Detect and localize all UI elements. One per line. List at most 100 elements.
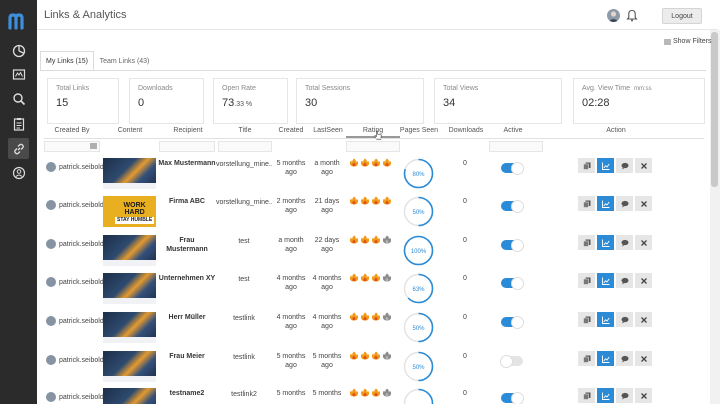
tab-my-links[interactable]: My Links (15) [40,51,94,71]
flame-icon [382,235,392,244]
chart-button[interactable] [597,196,614,211]
column-header-title[interactable]: Title [228,127,262,137]
stat-label: Total Links [56,85,90,92]
chart-icon [601,277,610,285]
active-toggle[interactable] [501,277,524,290]
table-row[interactable]: patrick.seibold WORK HARD STAY HUMBLE Firm… [44,196,704,232]
content-thumbnail[interactable] [103,158,156,189]
downloads-cell: 0 [463,160,467,167]
column-header-downloads[interactable]: Downloads [444,127,488,137]
delete-button[interactable] [635,312,652,327]
logout-button[interactable]: Logout [662,8,702,24]
avatar [46,200,56,210]
delete-button[interactable] [635,388,652,403]
chart-button[interactable] [597,158,614,173]
active-toggle[interactable] [501,316,524,329]
sidebar-item-presentations[interactable] [8,64,29,85]
chart-icon [601,239,610,247]
copy-button[interactable] [578,158,595,173]
delete-button[interactable] [635,273,652,288]
column-header-recipient[interactable]: Recipient [166,127,210,137]
created-by-cell: patrick.seibold [46,316,104,326]
table-row[interactable]: patrick.seibold Herr Müller testlink 4 m… [44,312,704,348]
comment-button[interactable] [616,196,633,211]
stat-value: 02:28 [582,97,610,109]
tab-team-links[interactable]: Team Links (43) [97,52,152,70]
thumbnail-text: WORK HARD STAY HUMBLE [115,202,155,224]
table-row[interactable]: patrick.seibold Frau Meier testlink 5 mo… [44,351,704,387]
content-thumbnail[interactable] [103,312,156,343]
content-thumbnail[interactable] [103,351,156,382]
filter-recipient[interactable] [159,141,215,152]
app-logo-icon[interactable] [8,12,30,30]
active-toggle[interactable] [501,162,524,175]
comment-button[interactable] [616,273,633,288]
active-toggle[interactable] [500,355,523,368]
content-thumbnail[interactable] [103,273,156,304]
stat-value: 34 [443,97,456,109]
filter-title[interactable] [218,141,272,152]
stat-label: Downloads [138,85,173,92]
flame-icon [371,273,381,282]
copy-button[interactable] [578,196,595,211]
column-header-pages-seen[interactable]: Pages Seen [398,127,440,137]
delete-button[interactable] [635,196,652,211]
rating-cell [349,158,392,167]
user-avatar[interactable] [607,9,620,22]
active-toggle[interactable] [501,200,524,213]
sidebar-item-contacts[interactable] [8,162,29,183]
flame-icon [349,388,359,397]
column-header-lastseen[interactable]: LastSeen [310,127,346,137]
sidebar-item-dashboard[interactable] [8,40,29,61]
column-header-active[interactable]: Active [495,127,531,137]
column-header-content[interactable]: Content [110,127,150,137]
flame-icon [371,312,381,321]
pages-seen-label: 50% [412,210,425,216]
chart-button[interactable] [597,235,614,250]
thumbnail-footer [103,337,156,343]
delete-icon [640,200,648,208]
copy-button[interactable] [578,351,595,366]
copy-button[interactable] [578,388,595,403]
comment-button[interactable] [616,312,633,327]
table-row[interactable]: patrick.seibold Max Mustermann vorstellu… [44,158,704,194]
page-title: Links & Analytics [44,9,127,21]
copy-button[interactable] [578,235,595,250]
delete-button[interactable] [635,158,652,173]
sidebar-item-tasks[interactable] [8,113,29,134]
table-row[interactable]: patrick.seibold Unternehmen XY test 4 mo… [44,273,704,309]
comment-button[interactable] [616,158,633,173]
comment-button[interactable] [616,388,633,403]
bell-icon[interactable] [626,9,638,22]
scrollbar-thumb[interactable] [711,32,718,187]
creator-name: patrick.seibold [59,278,104,286]
filter-rating[interactable] [346,141,400,152]
content-thumbnail[interactable] [103,388,156,404]
sidebar-item-links[interactable] [8,138,29,159]
filter-active[interactable] [489,141,543,152]
copy-button[interactable] [578,273,595,288]
delete-button[interactable] [635,235,652,250]
delete-button[interactable] [635,351,652,366]
table-row[interactable]: patrick.seibold Frau Mustermann test a m… [44,235,704,271]
column-header-created[interactable]: Created [275,127,307,137]
column-header-action[interactable]: Action [596,127,636,137]
chart-button[interactable] [597,388,614,403]
active-toggle[interactable] [501,239,524,252]
content-thumbnail[interactable]: WORK HARD STAY HUMBLE [103,196,156,227]
flame-icon [371,196,381,205]
show-filters-button[interactable]: Show Filters [664,38,712,45]
comment-button[interactable] [616,351,633,366]
delete-icon [640,355,648,363]
avatar [46,239,56,249]
column-header-created-by[interactable]: Created By [50,127,94,137]
active-toggle[interactable] [501,392,524,404]
chart-button[interactable] [597,273,614,288]
chart-button[interactable] [597,312,614,327]
copy-button[interactable] [578,312,595,327]
chart-button[interactable] [597,351,614,366]
table-row[interactable]: patrick.seibold testname2 testlink2 5 mo… [44,388,704,404]
sidebar-item-search[interactable] [8,88,29,109]
comment-button[interactable] [616,235,633,250]
content-thumbnail[interactable] [103,235,156,266]
